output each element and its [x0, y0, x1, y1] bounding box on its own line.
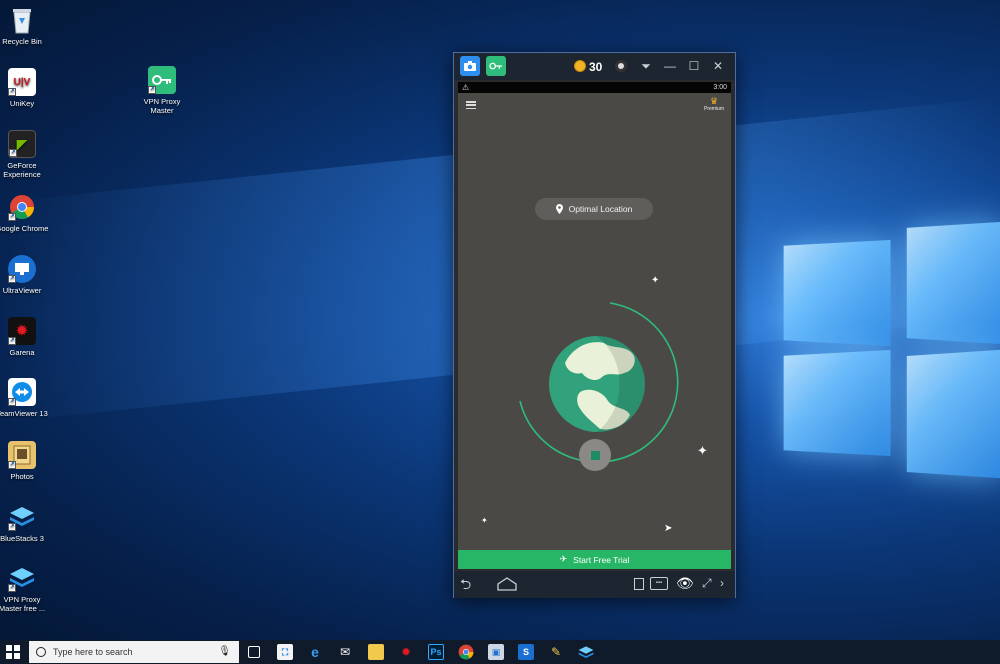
desktop-icon-garena[interactable]: ✹ ↗ Garena	[0, 317, 52, 357]
recycle-bin-icon	[8, 6, 36, 34]
desktop-icon-geforce[interactable]: ◤ ↗ GeForce Experience	[0, 130, 52, 179]
mouse-cursor-icon: ➤	[664, 523, 673, 534]
sparkle-icon: ✦	[651, 275, 660, 286]
warning-icon: ⚠	[462, 83, 470, 92]
eye-icon[interactable]: 👁	[676, 575, 696, 591]
sparkle-icon: ✦	[697, 443, 708, 458]
sparkle-icon: ✦	[481, 516, 488, 525]
taskbar-search-box[interactable]: Type here to search 🎙	[29, 641, 239, 663]
dropdown-menu-icon[interactable]: ⏷	[638, 58, 654, 74]
start-button[interactable]	[6, 645, 20, 659]
desktop-icon-vpn-proxy-master-free[interactable]: ↗ VPN Proxy Master free ...	[0, 564, 52, 613]
edge-icon[interactable]: e	[307, 644, 323, 660]
premium-button[interactable]: ♛ Premium	[701, 96, 727, 113]
desktop-icon-vpn-proxy-master[interactable]: ↗ VPN Proxy Master	[132, 66, 192, 115]
ultraviewer-icon: ↗	[8, 255, 36, 283]
tab-vpn-proxy-master[interactable]	[486, 56, 506, 76]
windows-start-icon	[6, 645, 20, 659]
desktop-icon-photos[interactable]: ↗ Photos	[0, 441, 52, 481]
task-view-icon[interactable]	[248, 646, 260, 658]
unikey-icon: U|V ↗	[8, 68, 36, 96]
desktop-icon-recycle-bin[interactable]: Recycle Bin	[0, 6, 52, 46]
remote-desktop-icon[interactable]: ▣	[488, 644, 504, 660]
mail-icon[interactable]: ✉	[337, 644, 353, 660]
bluestacks-taskbar-icon[interactable]	[578, 644, 594, 660]
status-time: 3:00	[713, 84, 727, 91]
tab-home[interactable]	[460, 56, 480, 76]
rocket-icon: ✈	[559, 554, 568, 564]
chrome-taskbar-icon[interactable]	[458, 644, 474, 660]
stop-icon	[590, 450, 600, 460]
geforce-icon: ◤ ↗	[8, 130, 36, 158]
file-explorer-icon[interactable]	[368, 644, 384, 660]
coin-icon	[574, 60, 586, 72]
emulator-bottom-bar: ⮌ ▪▪▪ 👁 ⤢ ›	[454, 571, 735, 598]
minimize-icon[interactable]: —	[662, 58, 678, 74]
microphone-icon[interactable]: 🎙	[218, 641, 231, 663]
bluestacks-window: 30 ⏷ — ☐ ✕ ⚠ 3:00 ♛ Premium Optimal Loca…	[453, 52, 736, 598]
camera-icon	[464, 61, 476, 71]
paint-icon[interactable]: ✎	[548, 644, 564, 660]
desktop-icon-teamviewer[interactable]: ↗ TeamViewer 13	[0, 378, 52, 418]
back-icon[interactable]: ⮌	[460, 576, 484, 592]
vpn-key-icon: ↗	[148, 66, 176, 94]
location-pin-icon	[555, 204, 563, 214]
android-status-bar: ⚠ 3:00	[458, 82, 731, 93]
fullscreen-icon[interactable]: ⤢	[702, 576, 716, 590]
search-icon	[36, 647, 46, 657]
chrome-icon: ↗	[8, 193, 36, 221]
start-free-trial-button[interactable]: ✈ Start Free Trial	[458, 550, 731, 569]
keyboard-icon[interactable]: ▪▪▪	[650, 577, 668, 590]
vpn-key-icon	[489, 62, 502, 70]
photos-icon: ↗	[8, 441, 36, 469]
crown-icon: ♛	[709, 96, 719, 106]
bluestacks-icon: ↗	[8, 564, 36, 592]
vpn-app-screen: ♛ Premium Optimal Location ✦ ✦ ✦ ➤ ✈ Sta…	[458, 93, 731, 569]
desktop-icon-bluestacks[interactable]: ↗ BlueStacks 3	[0, 503, 52, 543]
photoshop-icon[interactable]: Ps	[428, 644, 444, 660]
snagit-icon[interactable]: S	[518, 644, 534, 660]
chevron-right-icon[interactable]: ›	[720, 576, 730, 590]
teamviewer-icon: ↗	[8, 378, 36, 406]
store-icon[interactable]: ⛶	[277, 644, 293, 660]
screenshot-icon[interactable]	[634, 578, 644, 590]
desktop-icon-ultraviewer[interactable]: ↗ UltraViewer	[0, 255, 52, 295]
desktop-icon-unikey[interactable]: U|V ↗ UniKey	[0, 68, 52, 108]
taskbar: Type here to search 🎙 ⛶ e ✉ ✹ Ps ▣ S ✎	[0, 640, 1000, 664]
hamburger-menu-icon[interactable]	[466, 101, 476, 110]
maximize-icon[interactable]: ☐	[686, 58, 702, 74]
window-title-bar[interactable]: 30 ⏷ — ☐ ✕	[454, 53, 735, 80]
garena-icon: ✹ ↗	[8, 317, 36, 345]
account-icon[interactable]	[615, 60, 627, 72]
bluestacks-icon: ↗	[8, 503, 36, 531]
coin-count: 30	[589, 60, 603, 74]
garena-taskbar-icon[interactable]: ✹	[398, 644, 414, 660]
desktop-icon-chrome[interactable]: ↗ Google Chrome	[0, 193, 52, 233]
windows-logo-wallpaper	[770, 221, 1000, 479]
connect-toggle-button[interactable]	[579, 439, 611, 471]
close-icon[interactable]: ✕	[710, 58, 726, 74]
home-icon[interactable]	[496, 577, 518, 591]
location-selector[interactable]: Optimal Location	[535, 198, 653, 220]
